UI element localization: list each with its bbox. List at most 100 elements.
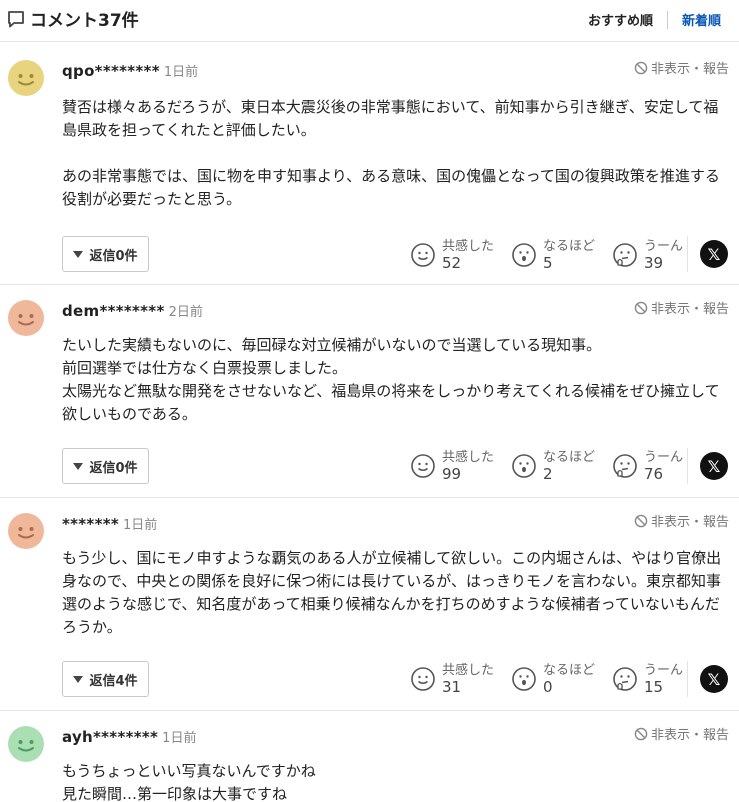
reaction-label: 共感した bbox=[442, 239, 495, 254]
hide-report-label[interactable]: 非表示・報告 bbox=[651, 724, 729, 743]
avatar bbox=[8, 513, 44, 549]
reply-toggle-button[interactable]: 返信0件 bbox=[62, 236, 149, 272]
comment-paragraph: たいした実績もないのに、毎回碌な対立候補がいないので当選している現知事。 bbox=[62, 336, 602, 354]
comment-item: dem******** 2日前 非表示・報告 たいした実績もないのに、毎回碌な対立… bbox=[0, 286, 739, 498]
reaction-bar: 共感した 99 なるほど 2 うーん 76 bbox=[410, 450, 713, 482]
reply-count-label[interactable]: 返信0件 bbox=[89, 457, 137, 476]
smile-icon bbox=[411, 243, 435, 267]
hide-report-link[interactable]: 非表示・報告 bbox=[634, 724, 729, 743]
surprised-face-icon bbox=[512, 667, 536, 691]
sort-newest-tab[interactable]: 新着順 bbox=[682, 10, 721, 29]
caret-down-icon bbox=[73, 250, 84, 258]
comment-body: もうちょっといい写真ないんですかね 見た瞬間…第一印象は大事ですね bbox=[62, 760, 728, 802]
comment-paragraph: 太陽光など無駄な開発をさせないなど、福島県の将来をしっかり考えてくれる候補をぜひ… bbox=[62, 382, 720, 423]
username-text[interactable]: qpo******** bbox=[62, 62, 160, 80]
comment-item: ******* 1日前 非表示・報告 もう少し、国にモノ申すような覇気のある人が立… bbox=[0, 499, 739, 711]
comment-paragraph: 前回選挙では仕方なく白票投票しました。 bbox=[62, 359, 348, 377]
comment-time: 1日前 bbox=[162, 731, 197, 746]
comment-time: 1日前 bbox=[163, 65, 199, 80]
comment-paragraph: もう少し、国にモノ申すような覇気のある人が立候補して欲しい。この内堀さんは、やは… bbox=[62, 549, 722, 636]
reaction-label: うーん bbox=[644, 663, 684, 678]
smile-icon bbox=[411, 454, 435, 478]
x-share-icon[interactable]: 𝕏 bbox=[700, 452, 728, 480]
avatar bbox=[8, 300, 44, 336]
comment-time: 1日前 bbox=[123, 518, 158, 533]
thinking-face-icon bbox=[613, 454, 637, 478]
thinking-face-icon bbox=[613, 667, 637, 691]
reaction-insight[interactable]: なるほど 2 bbox=[511, 450, 612, 482]
comment-item: ayh******** 1日前 非表示・報告 もうちょっといい写真ないんですかね … bbox=[0, 712, 739, 802]
x-share-icon[interactable]: 𝕏 bbox=[700, 665, 728, 693]
block-icon bbox=[634, 301, 648, 314]
smile-icon bbox=[411, 667, 435, 691]
reaction-hmm[interactable]: うーん 76 bbox=[612, 450, 713, 482]
surprised-face-icon bbox=[512, 243, 536, 267]
reaction-count: 99 bbox=[442, 465, 462, 483]
reaction-insight[interactable]: なるほど 5 bbox=[511, 239, 612, 271]
comment-paragraph: 賛否は様々あるだろうが、東日本大震災後の非常事態において、前知事から引き継ぎ、安… bbox=[62, 98, 719, 139]
reaction-agree[interactable]: 共感した 31 bbox=[410, 663, 511, 695]
reaction-bar: 共感した 52 なるほど 5 うーん 39 bbox=[410, 239, 713, 271]
hide-report-label[interactable]: 非表示・報告 bbox=[651, 511, 729, 530]
share-divider bbox=[687, 448, 688, 484]
comment-body: 賛否は様々あるだろうが、東日本大震災後の非常事態において、前知事から引き継ぎ、安… bbox=[62, 96, 728, 211]
avatar-face-icon bbox=[8, 726, 44, 762]
share-divider bbox=[687, 661, 688, 697]
caret-down-icon bbox=[73, 462, 84, 470]
hide-report-link[interactable]: 非表示・報告 bbox=[634, 298, 729, 317]
comment-body: もう少し、国にモノ申すような覇気のある人が立候補して欲しい。この内堀さんは、やは… bbox=[62, 547, 728, 639]
comment-body: たいした実績もないのに、毎回碌な対立候補がいないので当選している現知事。 前回選… bbox=[62, 334, 728, 426]
comment-paragraph: 見た瞬間…第一印象は大事ですね bbox=[62, 785, 288, 802]
comment-bubble-icon bbox=[8, 10, 24, 27]
sort-recommended-tab[interactable]: おすすめ順 bbox=[588, 10, 653, 29]
surprised-face-icon bbox=[512, 454, 536, 478]
hide-report-label[interactable]: 非表示・報告 bbox=[651, 298, 729, 317]
comment-item: qpo******** 1日前 非表示・報告 賛否は様々あるだろうが、東日本大震災… bbox=[0, 46, 739, 285]
avatar-face-icon bbox=[8, 300, 44, 336]
sort-divider bbox=[666, 10, 668, 29]
reaction-count: 76 bbox=[644, 465, 664, 483]
comment-username[interactable]: ayh******** 1日前 bbox=[62, 727, 196, 746]
reaction-label: 共感した bbox=[442, 450, 495, 465]
username-text[interactable]: ayh******** bbox=[62, 728, 158, 746]
comment-paragraph: もうちょっといい写真ないんですかね bbox=[62, 762, 316, 780]
reply-toggle-button[interactable]: 返信0件 bbox=[62, 448, 149, 484]
reaction-agree[interactable]: 共感した 52 bbox=[410, 239, 511, 271]
comment-paragraph: あの非常事態では、国に物を申す知事より、ある意味、国の傀儡となって国の復興政策を… bbox=[62, 167, 720, 208]
x-share-icon[interactable]: 𝕏 bbox=[700, 240, 728, 268]
caret-down-icon bbox=[73, 675, 84, 683]
reaction-label: 共感した bbox=[442, 663, 495, 678]
username-text[interactable]: ******* bbox=[62, 515, 119, 533]
reply-count-label[interactable]: 返信4件 bbox=[89, 670, 137, 689]
reply-count-label[interactable]: 返信0件 bbox=[89, 245, 137, 264]
hide-report-link[interactable]: 非表示・報告 bbox=[634, 58, 729, 77]
block-icon bbox=[634, 61, 648, 74]
hide-report-label[interactable]: 非表示・報告 bbox=[651, 58, 729, 77]
comments-title-wrap: コメント37件 bbox=[6, 6, 139, 31]
comments-header: コメント37件 おすすめ順 新着順 bbox=[0, 0, 739, 42]
hide-report-link[interactable]: 非表示・報告 bbox=[634, 511, 729, 530]
reaction-label: なるほど bbox=[543, 450, 596, 465]
reaction-count: 2 bbox=[543, 465, 553, 483]
reply-toggle-button[interactable]: 返信4件 bbox=[62, 661, 149, 697]
reaction-count: 52 bbox=[442, 254, 462, 272]
username-text[interactable]: dem******** bbox=[62, 302, 165, 320]
reaction-insight[interactable]: なるほど 0 bbox=[511, 663, 612, 695]
share-divider bbox=[687, 236, 688, 272]
reaction-label: うーん bbox=[644, 239, 684, 254]
comment-username[interactable]: ******* 1日前 bbox=[62, 514, 157, 533]
reaction-hmm[interactable]: うーん 39 bbox=[612, 239, 713, 271]
reaction-agree[interactable]: 共感した 99 bbox=[410, 450, 511, 482]
reaction-count: 0 bbox=[543, 678, 553, 696]
block-icon bbox=[634, 727, 648, 740]
avatar-face-icon bbox=[8, 513, 44, 549]
comment-username[interactable]: dem******** 2日前 bbox=[62, 301, 203, 320]
reaction-hmm[interactable]: うーん 15 bbox=[612, 663, 713, 695]
block-icon bbox=[634, 514, 648, 527]
comment-username[interactable]: qpo******** 1日前 bbox=[62, 61, 198, 80]
sort-options: おすすめ順 新着順 bbox=[588, 10, 721, 29]
reaction-count: 5 bbox=[543, 254, 553, 272]
comment-time: 2日前 bbox=[168, 305, 203, 320]
avatar bbox=[8, 726, 44, 762]
